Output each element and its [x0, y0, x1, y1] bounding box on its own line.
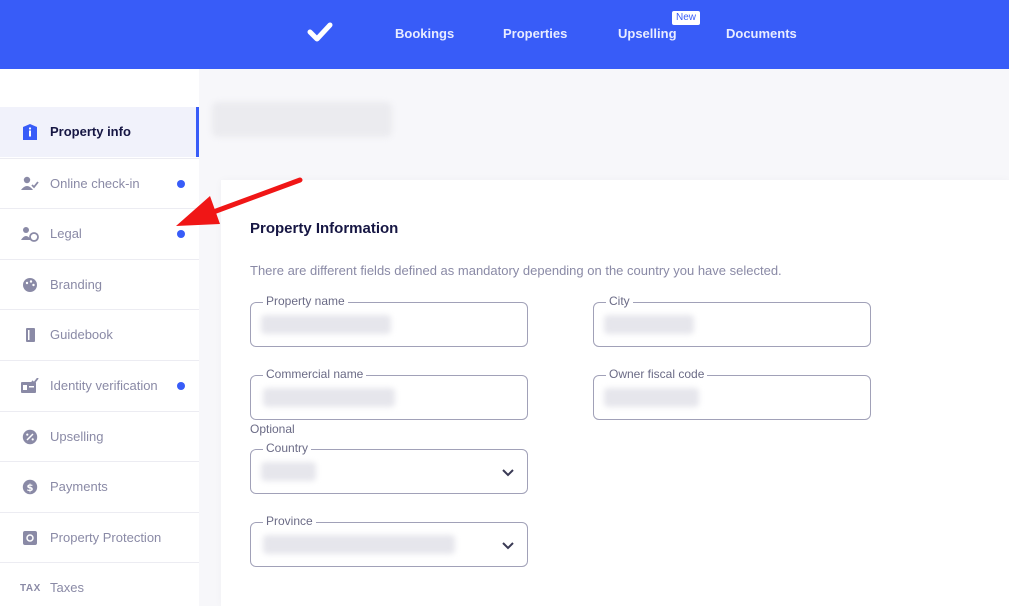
- sidebar-divider: [199, 69, 209, 606]
- owner-fiscal-code-field[interactable]: Owner fiscal code: [593, 367, 871, 420]
- sidebar-item-payments[interactable]: $ Payments: [0, 461, 199, 511]
- property-name-field[interactable]: Property name: [250, 294, 528, 347]
- chevron-down-icon[interactable]: [501, 538, 515, 552]
- new-badge: New: [672, 11, 701, 25]
- sidebar-item-label: Property info: [50, 124, 131, 139]
- sidebar-item-property-protection[interactable]: Property Protection: [0, 512, 199, 562]
- pending-dot: [177, 382, 185, 390]
- sidebar-item-label: Guidebook: [50, 327, 113, 342]
- user-check-icon: [21, 176, 39, 190]
- blurred-page-title: [212, 102, 392, 137]
- sidebar-item-property-info[interactable]: Property info: [0, 107, 199, 157]
- nav-documents[interactable]: Documents: [726, 26, 797, 41]
- field-label: Province: [263, 514, 316, 528]
- id-card-icon: [21, 378, 39, 393]
- nav-upselling[interactable]: Upselling: [618, 26, 677, 41]
- info-icon: [23, 124, 37, 140]
- sidebar-item-label: Payments: [50, 479, 108, 494]
- sidebar-item-label: Taxes: [50, 580, 84, 595]
- field-label: Country: [263, 441, 312, 455]
- sidebar-item-identity-verification[interactable]: Identity verification: [0, 360, 199, 410]
- tax-icon: TAX: [20, 583, 41, 594]
- sidebar-item-label: Online check-in: [50, 176, 140, 191]
- sidebar-item-label: Upselling: [50, 429, 104, 444]
- sidebar-item-guidebook[interactable]: Guidebook: [0, 309, 199, 359]
- field-label: Commercial name: [263, 367, 367, 381]
- sidebar-item-taxes[interactable]: TAX Taxes: [0, 562, 199, 606]
- province-select[interactable]: Province: [250, 514, 528, 567]
- sidebar-item-label: Property Protection: [50, 530, 162, 545]
- dollar-icon: $: [22, 479, 38, 495]
- red-arrow-annotation-icon: [176, 177, 303, 226]
- percent-badge-icon: [22, 429, 38, 445]
- field-label: Property name: [263, 294, 348, 308]
- palette-icon: [23, 278, 37, 292]
- card-description: There are different fields defined as ma…: [250, 263, 782, 278]
- safe-icon: [23, 531, 37, 545]
- sidebar-item-branding[interactable]: Branding: [0, 259, 199, 309]
- book-icon: [26, 328, 35, 342]
- nav-properties[interactable]: Properties: [503, 26, 567, 41]
- settings-sidebar: Property info Online check-in Legal Bran…: [0, 69, 199, 606]
- country-select[interactable]: Country: [250, 441, 528, 494]
- blurred-value: [604, 315, 694, 334]
- sidebar-item-label: Legal: [50, 226, 82, 241]
- nav-bookings[interactable]: Bookings: [395, 26, 454, 41]
- blurred-value: [261, 462, 316, 481]
- svg-text:$: $: [27, 483, 34, 494]
- field-label: Owner fiscal code: [606, 367, 708, 381]
- commercial-name-field[interactable]: Commercial name: [250, 367, 528, 420]
- sidebar-item-upselling[interactable]: Upselling: [0, 411, 199, 461]
- blurred-value: [263, 388, 395, 407]
- top-navigation-bar: Bookings Properties Upselling New Docume…: [0, 0, 1009, 69]
- blurred-value: [263, 535, 455, 554]
- sidebar-item-label: Identity verification: [50, 378, 158, 393]
- optional-label: Optional: [250, 422, 295, 436]
- blurred-value: [261, 315, 391, 334]
- legal-icon: [21, 227, 39, 242]
- blurred-value: [604, 388, 699, 407]
- field-label: City: [606, 294, 633, 308]
- sidebar-item-label: Branding: [50, 277, 103, 292]
- chevron-down-icon[interactable]: [501, 465, 515, 479]
- city-field[interactable]: City: [593, 294, 871, 347]
- checkmark-logo-icon[interactable]: [306, 20, 334, 44]
